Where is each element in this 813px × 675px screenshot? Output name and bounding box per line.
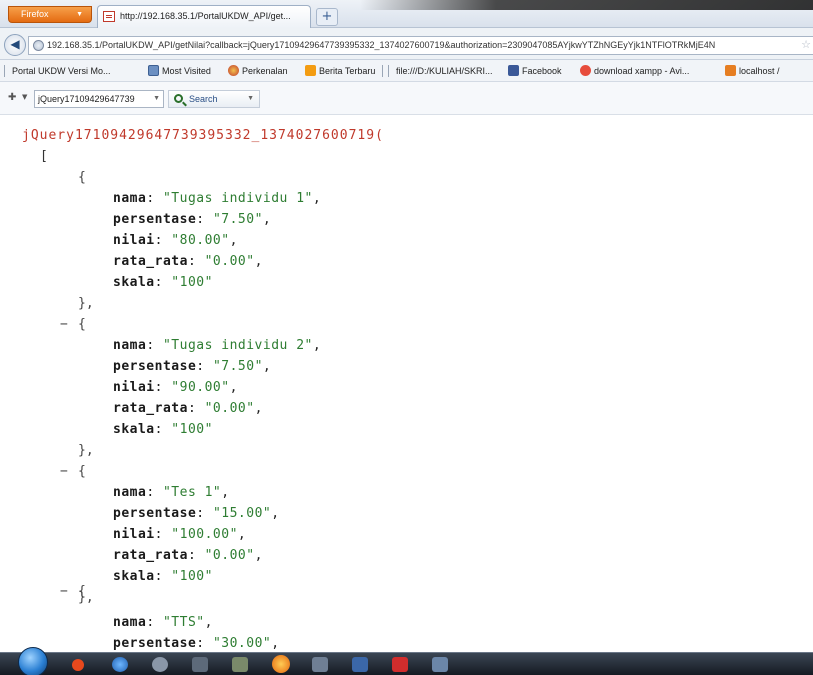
bookmark-portal-ukdw[interactable]: Portal UKDW Versi Mo... (12, 60, 111, 81)
separator (4, 65, 5, 77)
json-field-nama: nama: "Tes 1", (113, 485, 230, 500)
json-field-nilai: nilai: "80.00", (113, 233, 238, 248)
search-button[interactable]: Search ▼ (168, 90, 260, 108)
bookmark-label: file:///D:/KULIAH/SKRI... (396, 66, 493, 76)
json-field-persentase: persentase: "30.00", (113, 636, 280, 651)
bookmark-perkenalan[interactable]: Perkenalan (228, 60, 288, 81)
json-field-rata-rata: rata_rata: "0.00", (113, 401, 263, 416)
json-field-nama: nama: "Tugas individu 2", (113, 338, 322, 353)
collapse-icon[interactable]: − (60, 581, 68, 602)
object-open-brace: { (78, 317, 86, 332)
json-field-nama: nama: "TTS", (113, 615, 213, 630)
new-tab-button[interactable]: + (316, 8, 338, 26)
bookmark-facebook[interactable]: Facebook (508, 60, 562, 81)
json-field-skala: skala: "100" (113, 422, 213, 437)
app-icon[interactable] (192, 657, 208, 672)
arrow-left-icon: ◀ (10, 37, 20, 51)
json-field-persentase: persentase: "15.00", (113, 506, 280, 521)
collapse-icon[interactable]: − (60, 314, 68, 335)
json-field-nilai: nilai: "100.00", (113, 527, 247, 542)
json-field-skala: skala: "100" (113, 275, 213, 290)
tab-active[interactable]: http://192.168.35.1/PortalUKDW_API/get..… (97, 5, 311, 28)
json-field-persentase: persentase: "7.50", (113, 359, 272, 374)
firefox-menu-button[interactable]: Firefox ▼ (8, 6, 92, 23)
bookmark-most-visited[interactable]: Most Visited (148, 60, 211, 81)
title-bar: Firefox ▼ http://192.168.35.1/PortalUKDW… (0, 0, 813, 28)
search-icon (174, 94, 183, 103)
json-field-nilai: nilai: "90.00", (113, 380, 238, 395)
url-bar[interactable]: 192.168.35.1/PortalUKDW_API/getNilai?cal… (28, 36, 813, 55)
bookmarks-bar: Portal UKDW Versi Mo... Most Visited Per… (0, 60, 813, 82)
bookmark-label: Berita Terbaru (319, 66, 376, 76)
chevron-down-icon: ▼ (76, 11, 83, 18)
app-icon[interactable] (152, 657, 168, 672)
bookmark-label: Most Visited (162, 66, 211, 76)
toolbar: ✚ ▼ jQuery17109429647739 ▼ Search ▼ (0, 82, 813, 115)
json-field-rata-rata: rata_rata: "0.00", (113, 548, 263, 563)
browser-icon[interactable] (112, 657, 128, 672)
collapse-icon[interactable]: − (60, 461, 68, 482)
pdf-icon[interactable] (392, 657, 408, 672)
chevron-down-icon[interactable]: ▼ (22, 93, 27, 101)
bookmark-label: Perkenalan (242, 66, 288, 76)
app-icon[interactable] (72, 659, 84, 671)
star-icon[interactable]: ☆ (801, 37, 811, 54)
chevron-down-icon[interactable]: ▼ (247, 91, 254, 107)
most-visited-icon (148, 65, 159, 76)
tab-title: http://192.168.35.1/PortalUKDW_API/get..… (120, 11, 291, 21)
title-bar-shade (360, 0, 813, 10)
page-icon (103, 11, 115, 22)
app-icon[interactable] (432, 657, 448, 672)
search-button-label: Search (189, 94, 218, 104)
jsonp-callback: jQuery17109429647739395332_1374027600719… (22, 128, 384, 143)
bookmark-label: Portal UKDW Versi Mo... (12, 66, 111, 76)
bookmark-label: download xampp - Avi... (594, 66, 690, 76)
back-button[interactable]: ◀ (4, 34, 26, 56)
url-text: 192.168.35.1/PortalUKDW_API/getNilai?cal… (47, 40, 716, 50)
array-open-bracket: [ (40, 149, 48, 164)
firefox-menu-label: Firefox (21, 9, 49, 19)
app-icon[interactable] (352, 657, 368, 672)
toolbar-search-input[interactable]: jQuery17109429647739 ▼ (34, 90, 164, 108)
bookmark-localhost[interactable]: localhost / (725, 60, 780, 81)
app-icon[interactable] (312, 657, 328, 672)
json-field-skala: skala: "100" (113, 569, 213, 584)
object-open-brace: { (78, 584, 86, 599)
bookmark-download-xampp[interactable]: download xampp - Avi... (580, 60, 690, 81)
firefox-icon[interactable] (272, 655, 290, 673)
object-close-brace: }, (78, 443, 94, 458)
separator (388, 65, 389, 77)
navigation-bar: ◀ 192.168.35.1/PortalUKDW_API/getNilai?c… (0, 28, 813, 60)
toolbar-search-value: jQuery17109429647739 (38, 94, 135, 104)
object-open-brace: { (78, 170, 86, 185)
bookmark-label: Facebook (522, 66, 562, 76)
rss-icon (305, 65, 316, 76)
windows-start-icon[interactable] (18, 647, 48, 675)
taskbar (0, 647, 813, 675)
site-identity-icon[interactable] (33, 40, 44, 51)
app-icon[interactable] (232, 657, 248, 672)
globe-icon (228, 65, 239, 76)
separator (382, 65, 383, 77)
bookmark-file-skripsi[interactable]: file:///D:/KULIAH/SKRI... (396, 60, 493, 81)
json-viewer: jQuery17109429647739395332_1374027600719… (0, 115, 813, 652)
chevron-down-icon[interactable]: ▼ (153, 91, 160, 107)
bookmark-berita-terbaru[interactable]: Berita Terbaru (305, 60, 376, 81)
json-field-persentase: persentase: "7.50", (113, 212, 272, 227)
object-close-brace: }, (78, 296, 94, 311)
json-field-rata-rata: rata_rata: "0.00", (113, 254, 263, 269)
facebook-icon (508, 65, 519, 76)
search-result-icon (580, 65, 591, 76)
bookmark-label: localhost / (739, 66, 780, 76)
object-open-brace: { (78, 464, 86, 479)
json-field-nama: nama: "Tugas individu 1", (113, 191, 322, 206)
plus-icon[interactable]: ✚ (8, 92, 16, 103)
xampp-icon (725, 65, 736, 76)
